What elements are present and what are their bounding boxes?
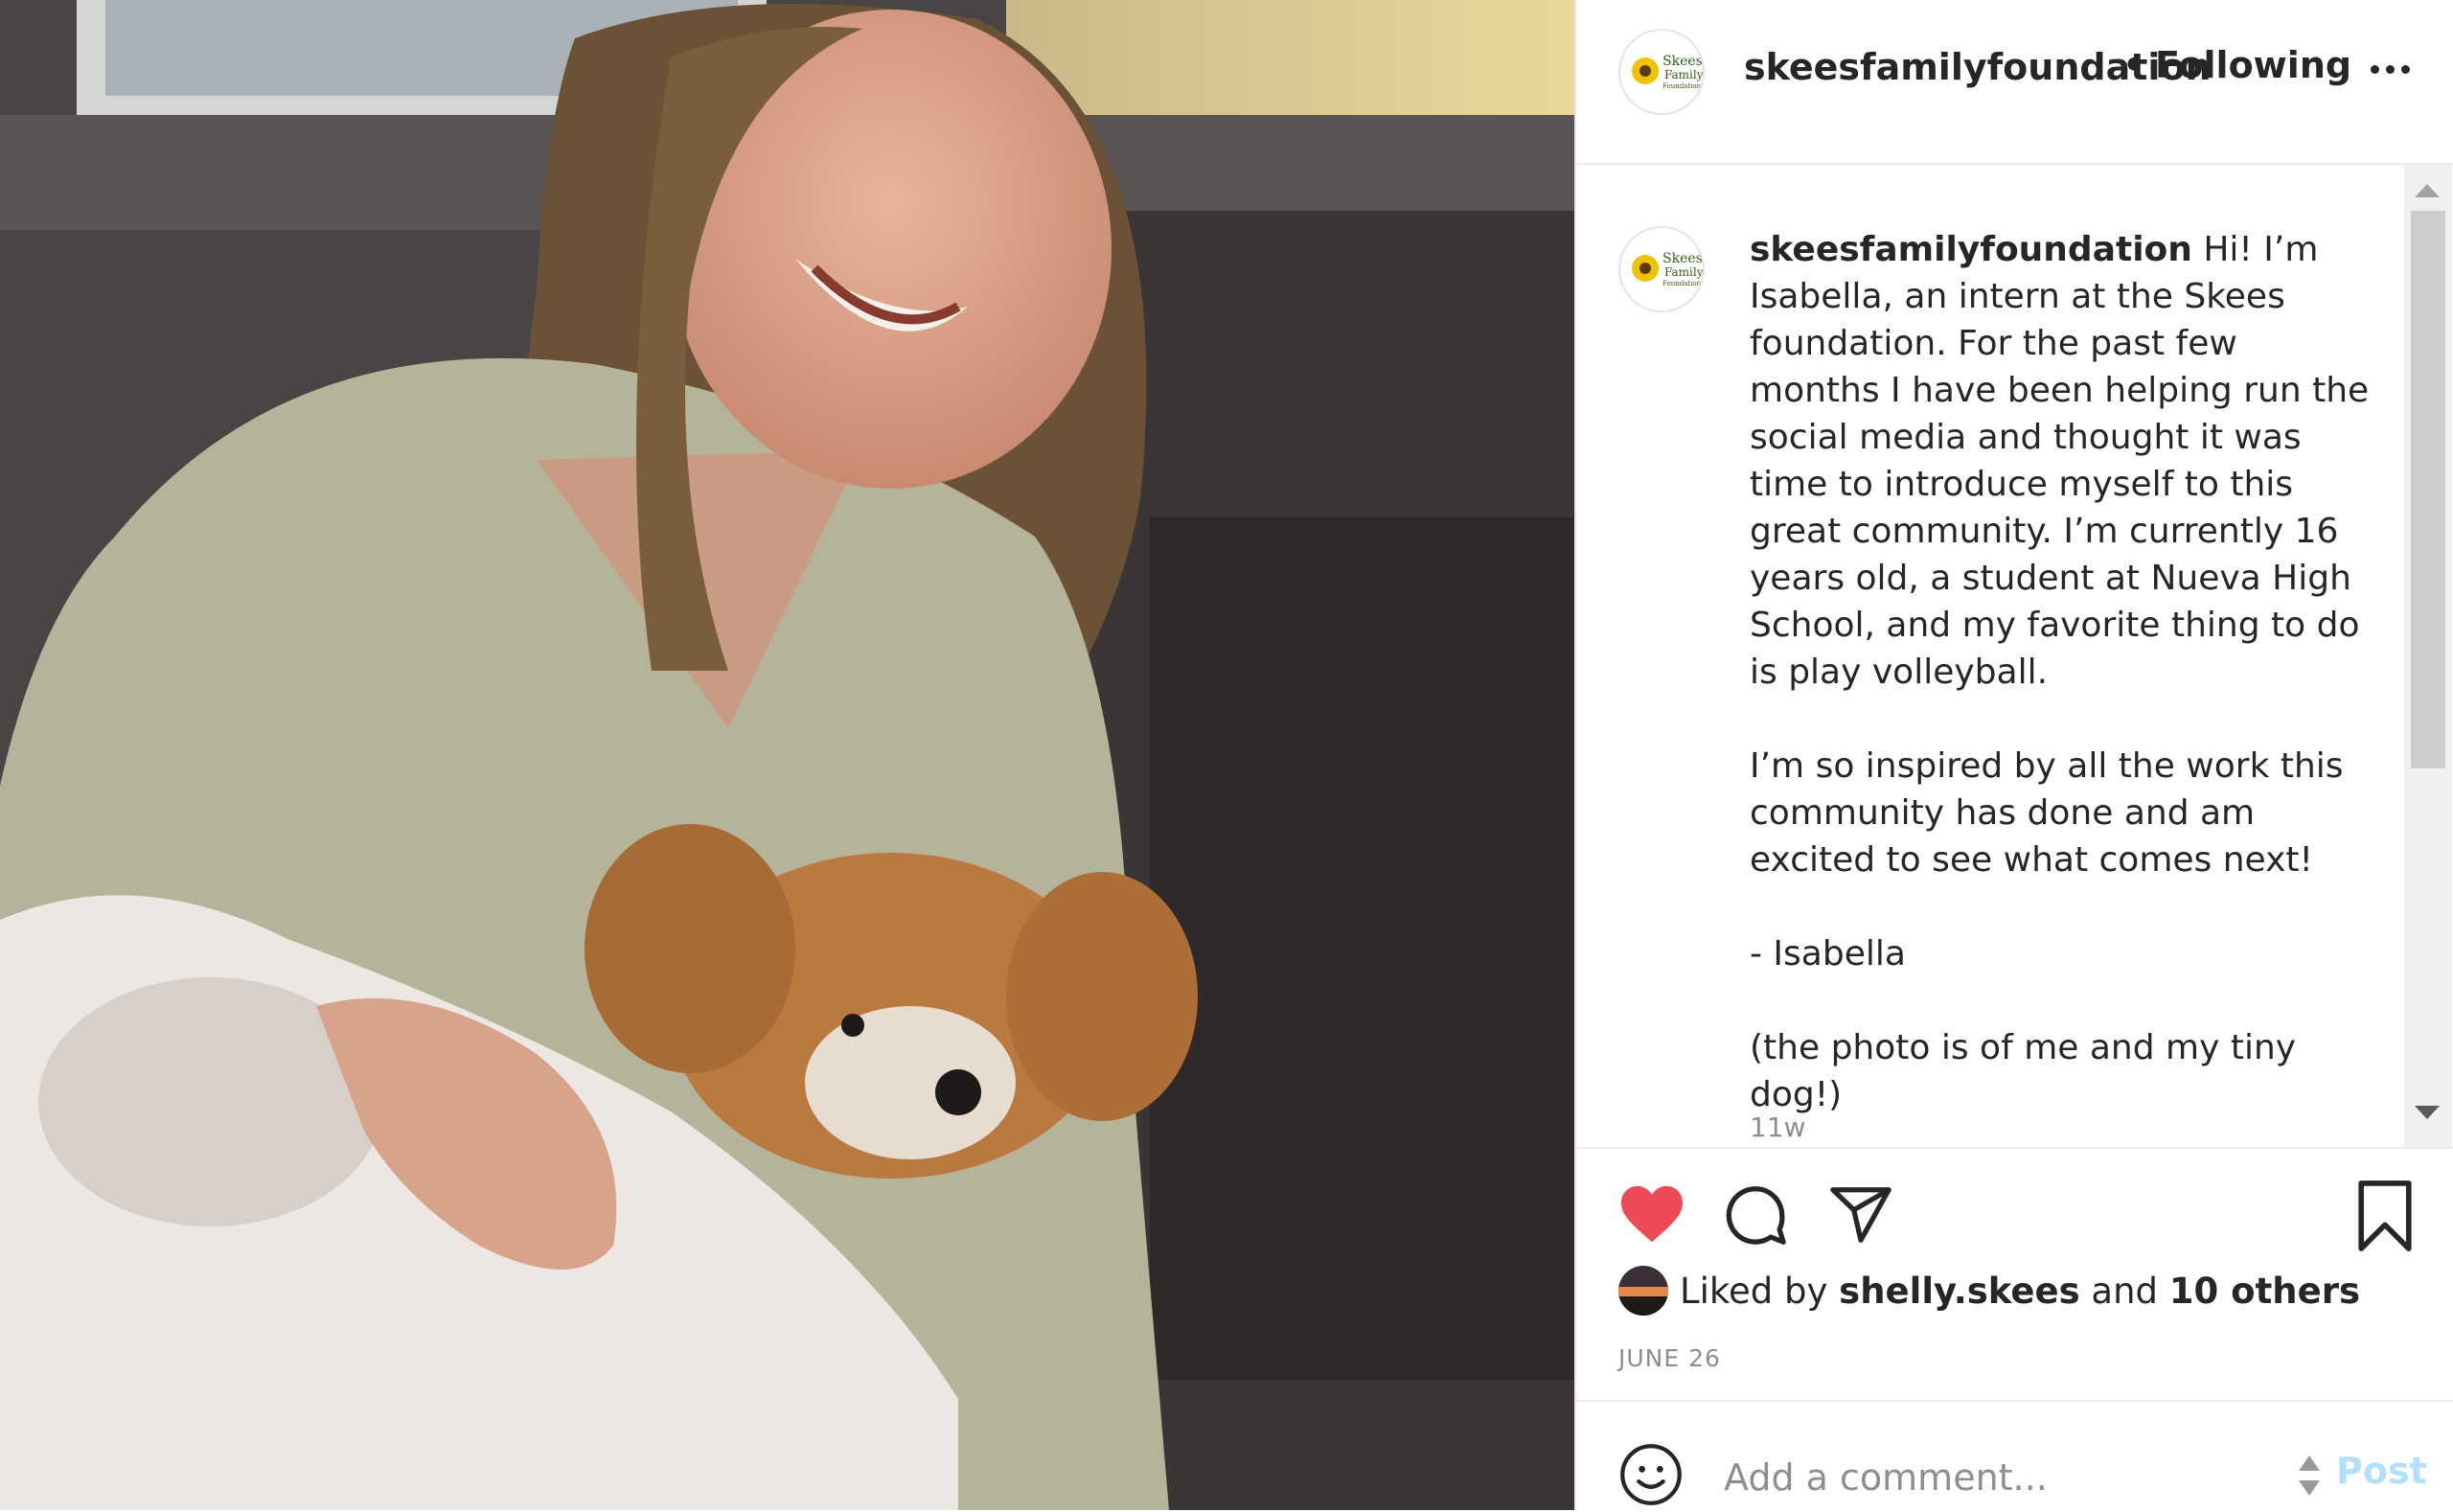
speech-bubble-icon[interactable] <box>1722 1183 1789 1250</box>
comments-area[interactable]: Skees Family Foundation skeesfamilyfound… <box>1576 165 2408 1147</box>
follow-button[interactable]: Following <box>2155 44 2351 86</box>
caption-signature: - Isabella <box>1750 934 1906 974</box>
bookmark-icon[interactable] <box>2355 1180 2415 1252</box>
caption-paragraph: I’m so inspired by all the work this com… <box>1750 746 2355 880</box>
likes-summary: Liked by shelly.skees and 10 others <box>1618 1266 2360 1316</box>
liked-by-user[interactable]: shelly.skees <box>1839 1271 2079 1312</box>
header-separator: • <box>2122 44 2146 86</box>
svg-text:Skees: Skees <box>1662 251 1703 266</box>
svg-text:Family: Family <box>1664 265 1703 279</box>
comments-scrollbar[interactable] <box>2404 165 2452 1147</box>
caption-author-avatar[interactable]: Skees Family Foundation <box>1618 226 1705 312</box>
sunflower-logo-icon: Skees Family Foundation <box>1620 31 1703 113</box>
post-date[interactable]: JUNE 26 <box>1618 1344 1721 1372</box>
photo-illustration <box>0 0 1574 1510</box>
svg-text:Foundation: Foundation <box>1662 82 1702 90</box>
post-photo[interactable] <box>0 0 1574 1510</box>
svg-text:Skees: Skees <box>1662 54 1703 69</box>
add-comment-input[interactable] <box>1722 1450 2262 1505</box>
post-time-ago[interactable]: 11w <box>1750 1111 1806 1143</box>
author-avatar[interactable]: Skees Family Foundation <box>1618 29 1705 115</box>
post-caption: skeesfamilyfoundation Hi! I’m Isabella, … <box>1750 226 2373 1118</box>
svg-text:Foundation: Foundation <box>1662 280 1702 287</box>
smiley-icon[interactable] <box>1618 1442 1684 1507</box>
liked-by-prefix: Liked by <box>1680 1270 1828 1312</box>
post-viewer: Skees Family Foundation skeesfamilyfound… <box>0 0 2453 1510</box>
liked-by-others[interactable]: 10 others <box>2169 1271 2360 1312</box>
post-actions: Liked by shelly.skees and 10 others JUNE… <box>1576 1147 2453 1402</box>
liker-avatar[interactable] <box>1618 1266 1668 1316</box>
post-header: Skees Family Foundation skeesfamilyfound… <box>1576 0 2453 165</box>
more-dots-icon[interactable] <box>2371 50 2428 88</box>
add-comment-bar: Post <box>1576 1400 2453 1512</box>
caption-paragraph: Hi! I’m Isabella, an intern at the Skees… <box>1750 230 2380 692</box>
resize-arrows-icon <box>2297 1452 2322 1500</box>
scroll-down-arrow-icon[interactable] <box>2415 1106 2440 1119</box>
liked-by-and: and <box>2091 1270 2159 1312</box>
scroll-up-arrow-icon[interactable] <box>2415 184 2440 197</box>
sunflower-logo-icon: Skees Family Foundation <box>1620 228 1703 310</box>
caption-paragraph: (the photo is of me and my tiny dog!) <box>1750 1028 2307 1114</box>
caption-username[interactable]: skeesfamilyfoundation <box>1750 230 2192 269</box>
post-comment-button[interactable]: Post <box>2336 1450 2427 1492</box>
scrollbar-thumb[interactable] <box>2411 211 2445 768</box>
svg-text:Family: Family <box>1664 68 1703 81</box>
paper-plane-icon[interactable] <box>1827 1181 1894 1249</box>
post-side-panel: Skees Family Foundation skeesfamilyfound… <box>1574 0 2453 1510</box>
heart-icon[interactable] <box>1618 1183 1685 1245</box>
